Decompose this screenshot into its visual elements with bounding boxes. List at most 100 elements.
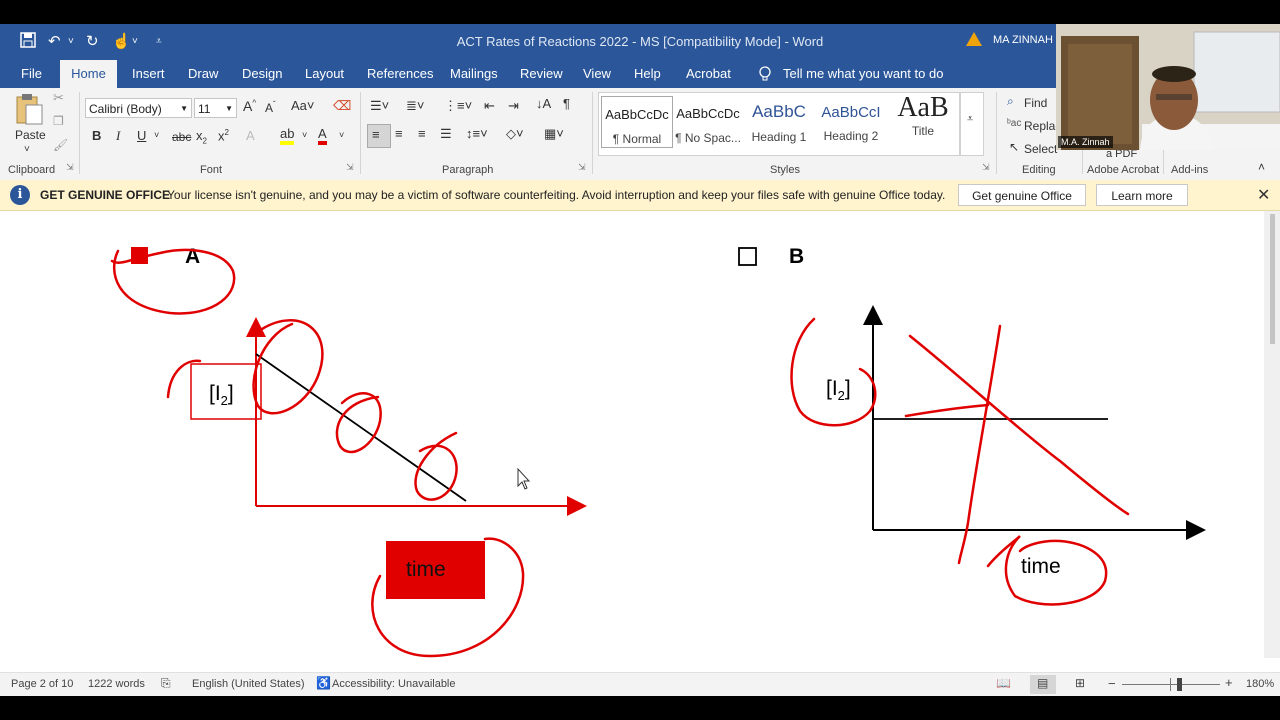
sort-icon[interactable]: ↓A <box>536 96 551 111</box>
language[interactable]: English (United States) <box>192 678 305 690</box>
tab-file[interactable]: File <box>21 66 42 81</box>
customize-qat-icon[interactable]: ⩡ <box>156 36 162 47</box>
scrollbar-thumb[interactable] <box>1270 214 1275 344</box>
highlight-dropdown-icon[interactable]: ˅ <box>302 130 307 140</box>
select-icon[interactable]: ↖ <box>1009 140 1019 154</box>
paste-dropdown-icon[interactable]: ˅ <box>24 144 30 155</box>
align-center-icon[interactable]: ≡ <box>395 126 403 141</box>
learn-more-button[interactable]: Learn more <box>1096 184 1188 206</box>
clipboard-launcher-icon[interactable]: ⇲ <box>66 162 74 173</box>
web-layout-icon[interactable]: ⊞ <box>1075 676 1085 690</box>
get-genuine-office-button[interactable]: Get genuine Office <box>958 184 1086 206</box>
grow-font-icon[interactable]: A^ <box>243 98 256 114</box>
tab-insert[interactable]: Insert <box>132 66 165 81</box>
collapse-ribbon-icon[interactable]: ˄ <box>1258 160 1265 174</box>
styles-launcher-icon[interactable]: ⇲ <box>982 162 990 173</box>
page-count[interactable]: Page 2 of 10 <box>11 678 73 690</box>
replace-icon[interactable]: ᵇac <box>1007 118 1021 129</box>
close-icon[interactable]: ✕ <box>1257 185 1270 205</box>
accessibility-icon[interactable]: ♿ <box>316 676 331 690</box>
save-icon[interactable] <box>20 32 36 52</box>
redo-icon[interactable]: ↻ <box>86 32 99 50</box>
document-page[interactable]: A [I2] time B [I2] time <box>0 211 1264 658</box>
copy-icon[interactable]: ❐ <box>53 114 64 128</box>
line-spacing-icon[interactable]: ↕≡˅ <box>466 126 488 141</box>
subscript-icon[interactable]: x2 <box>196 128 207 146</box>
tab-review[interactable]: Review <box>520 66 563 81</box>
bold-icon[interactable]: B <box>92 128 101 143</box>
style-title[interactable]: AaB Title <box>888 92 958 146</box>
shrink-font-icon[interactable]: Aˇ <box>265 100 276 115</box>
underline-icon[interactable]: U <box>137 128 146 143</box>
numbering-icon[interactable]: ≣˅ <box>406 98 424 114</box>
tab-help[interactable]: Help <box>634 66 661 81</box>
format-painter-icon[interactable]: 🖌 <box>53 138 68 152</box>
touch-dropdown-icon[interactable]: ˅ <box>132 36 138 47</box>
style-normal[interactable]: AaBbCcDc ¶ Normal <box>601 96 673 148</box>
font-color-icon[interactable]: A <box>318 126 327 145</box>
font-name-value: Calibri (Body) <box>89 102 162 116</box>
increase-indent-icon[interactable]: ⇥ <box>508 98 519 114</box>
change-case-icon[interactable]: Aa˅ <box>291 98 315 113</box>
shading-icon[interactable]: ◇˅ <box>506 126 524 142</box>
select-button[interactable]: Select <box>1024 142 1057 156</box>
multilevel-list-icon[interactable]: ⋮≡˅ <box>444 98 472 114</box>
bullets-icon[interactable]: ☰˅ <box>370 98 389 114</box>
tab-draw[interactable]: Draw <box>188 66 218 81</box>
tab-mailings[interactable]: Mailings <box>450 66 498 81</box>
font-launcher-icon[interactable]: ⇲ <box>346 162 354 173</box>
style-no-spacing[interactable]: AaBbCcDc ¶ No Spac... <box>673 96 743 146</box>
proofing-icon[interactable]: ⎘ <box>161 676 171 691</box>
warning-icon[interactable] <box>966 32 982 46</box>
undo-icon[interactable]: ↶ <box>48 32 61 50</box>
superscript-icon[interactable]: x2 <box>218 128 229 143</box>
style-heading-1[interactable]: AaBbC Heading 1 <box>744 96 814 146</box>
show-formatting-icon[interactable]: ¶ <box>563 96 570 111</box>
font-color-dropdown-icon[interactable]: ˅ <box>339 130 344 140</box>
print-layout-button[interactable]: ▤ <box>1030 675 1056 694</box>
chevron-down-icon: ⩡ <box>967 113 974 125</box>
text-effects-icon[interactable]: A <box>246 128 255 143</box>
tell-me-search[interactable]: Tell me what you want to do <box>783 66 943 81</box>
zoom-level[interactable]: 180% <box>1246 678 1274 690</box>
touch-mode-icon[interactable]: ☝ <box>112 32 131 50</box>
tab-view[interactable]: View <box>583 66 611 81</box>
tab-acrobat[interactable]: Acrobat <box>686 66 731 81</box>
align-right-icon[interactable]: ≡ <box>418 126 426 141</box>
underline-dropdown-icon[interactable]: ˅ <box>154 130 159 140</box>
read-mode-icon[interactable]: 📖 <box>996 676 1011 690</box>
zoom-out-icon[interactable]: − <box>1108 676 1116 691</box>
tab-references[interactable]: References <box>367 66 433 81</box>
zoom-slider-track[interactable] <box>1122 684 1220 685</box>
user-name[interactable]: MA ZINNAH <box>993 34 1053 46</box>
style-heading-2[interactable]: AaBbCcI Heading 2 <box>816 96 886 146</box>
tab-design[interactable]: Design <box>242 66 282 81</box>
paste-icon[interactable] <box>14 92 44 126</box>
decrease-indent-icon[interactable]: ⇤ <box>484 98 495 114</box>
zoom-in-icon[interactable]: + <box>1225 675 1233 690</box>
align-left-button[interactable]: ≡ <box>367 124 391 148</box>
justify-icon[interactable]: ☰ <box>440 126 452 142</box>
find-button[interactable]: Find <box>1024 96 1047 110</box>
borders-icon[interactable]: ▦˅ <box>544 126 564 142</box>
divider <box>996 92 997 174</box>
styles-more-button[interactable]: ⩡ <box>960 92 984 156</box>
word-count[interactable]: 1222 words <box>88 678 145 690</box>
tab-layout[interactable]: Layout <box>305 66 344 81</box>
checkbox-b-unchecked[interactable] <box>738 247 757 266</box>
paragraph-launcher-icon[interactable]: ⇲ <box>578 162 586 173</box>
clear-formatting-icon[interactable]: ⌫ <box>333 98 351 114</box>
cut-icon[interactable]: ✂ <box>53 90 64 106</box>
accessibility-status[interactable]: Accessibility: Unavailable <box>332 678 456 690</box>
find-icon[interactable]: ⌕ <box>1007 94 1014 109</box>
tab-home[interactable]: Home <box>60 60 117 88</box>
undo-dropdown-icon[interactable]: ˅ <box>68 36 74 47</box>
strikethrough-icon[interactable]: abc <box>172 130 191 144</box>
font-name-combo[interactable]: Calibri (Body) ▼ <box>85 98 192 118</box>
editing-group-label: Editing <box>1022 164 1056 176</box>
zoom-slider-thumb[interactable] <box>1177 678 1182 691</box>
highlight-icon[interactable]: ab <box>280 126 295 145</box>
font-size-combo[interactable]: 11 ▼ <box>194 98 237 118</box>
italic-icon[interactable]: I <box>116 128 120 144</box>
paste-label[interactable]: Paste <box>15 128 46 142</box>
